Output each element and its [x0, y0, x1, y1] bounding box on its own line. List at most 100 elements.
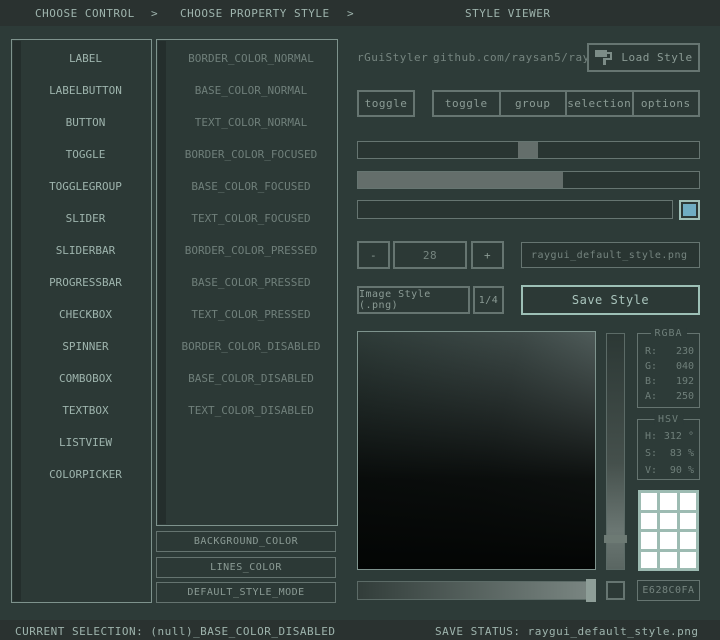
- property-list-item[interactable]: BORDER_COLOR_FOCUSED: [165, 138, 337, 170]
- r-label: R:: [645, 346, 657, 357]
- control-list-item[interactable]: COLORPICKER: [20, 458, 151, 490]
- s-label: S:: [645, 448, 657, 459]
- spinner-plus-button[interactable]: +: [471, 241, 504, 269]
- property-list-item[interactable]: BASE_COLOR_NORMAL: [165, 74, 337, 106]
- g-value: 040: [676, 361, 694, 372]
- b-label: B:: [645, 376, 657, 387]
- app-name-label: rGuiStyler: [357, 51, 428, 64]
- h-value: 312 °: [664, 431, 694, 442]
- hsv-title: HSV: [654, 414, 683, 425]
- control-list-item[interactable]: PROGRESSBAR: [20, 266, 151, 298]
- tab-style-viewer[interactable]: STYLE VIEWER: [465, 7, 550, 20]
- h-label: H:: [645, 431, 657, 442]
- sliderbar-demo[interactable]: [357, 171, 700, 189]
- sliderbar-fill: [358, 172, 563, 188]
- lines-color-button[interactable]: LINES_COLOR: [156, 557, 336, 578]
- spinner-value[interactable]: 28: [393, 241, 467, 269]
- textbox-demo[interactable]: [357, 200, 673, 219]
- color-swatch[interactable]: [680, 532, 696, 549]
- s-value: 83 %: [670, 448, 694, 459]
- spinner-minus-button[interactable]: -: [357, 241, 390, 269]
- toggle-demo-button[interactable]: toggle: [357, 90, 415, 117]
- properties-list: BORDER_COLOR_NORMALBASE_COLOR_NORMALTEXT…: [165, 42, 337, 426]
- control-list-item[interactable]: SPINNER: [20, 330, 151, 362]
- color-swatch[interactable]: [680, 493, 696, 510]
- load-style-label: Load Style: [621, 51, 692, 64]
- tab-choose-control[interactable]: CHOOSE CONTROL: [35, 7, 135, 20]
- property-list-item[interactable]: BORDER_COLOR_NORMAL: [165, 42, 337, 74]
- filename-input[interactable]: raygui_default_style.png: [521, 242, 700, 268]
- image-style-button[interactable]: Image Style (.png): [357, 286, 470, 314]
- control-list-item[interactable]: SLIDERBAR: [20, 234, 151, 266]
- color-mode-box[interactable]: [606, 581, 625, 600]
- alpha-slider-handle[interactable]: [586, 579, 596, 602]
- color-swatch[interactable]: [660, 493, 676, 510]
- control-list-item[interactable]: BUTTON: [20, 106, 151, 138]
- hsv-groupbox: HSV H:312 ° S:83 % V:90 %: [637, 419, 700, 480]
- b-value: 192: [676, 376, 694, 387]
- ratio-button[interactable]: 1/4: [473, 286, 504, 314]
- color-swatch[interactable]: [680, 552, 696, 569]
- control-list-item[interactable]: CHECKBOX: [20, 298, 151, 330]
- color-swatch[interactable]: [680, 513, 696, 530]
- property-list-item[interactable]: BORDER_COLOR_PRESSED: [165, 234, 337, 266]
- toggle-group: togglegroupselectionoptions: [434, 90, 700, 117]
- color-swatch[interactable]: [660, 552, 676, 569]
- control-list-item[interactable]: TEXTBOX: [20, 394, 151, 426]
- color-swatch[interactable]: [641, 513, 657, 530]
- toggle-group-item[interactable]: selection: [565, 90, 634, 117]
- property-list-item[interactable]: BASE_COLOR_FOCUSED: [165, 170, 337, 202]
- color-swatch[interactable]: [641, 552, 657, 569]
- save-status: SAVE STATUS: raygui_default_style.png: [435, 625, 699, 638]
- property-list-item[interactable]: TEXT_COLOR_DISABLED: [165, 394, 337, 426]
- checkbox-demo[interactable]: [679, 200, 700, 220]
- checkbox-check: [683, 204, 696, 216]
- a-value: 250: [676, 391, 694, 402]
- property-list-item[interactable]: TEXT_COLOR_PRESSED: [165, 298, 337, 330]
- property-list-item[interactable]: BASE_COLOR_PRESSED: [165, 266, 337, 298]
- load-style-button[interactable]: Load Style: [587, 43, 700, 72]
- hue-slider-handle[interactable]: [604, 535, 627, 543]
- toggle-group-item[interactable]: toggle: [432, 90, 501, 117]
- property-list-item[interactable]: BASE_COLOR_DISABLED: [165, 362, 337, 394]
- control-list-item[interactable]: TOGGLEGROUP: [20, 170, 151, 202]
- control-list-item[interactable]: COMBOBOX: [20, 362, 151, 394]
- property-list-item[interactable]: TEXT_COLOR_FOCUSED: [165, 202, 337, 234]
- slider-demo[interactable]: [357, 141, 700, 159]
- rgba-title: RGBA: [650, 328, 686, 339]
- paint-roller-icon: [594, 49, 614, 66]
- rgba-groupbox: RGBA R:230 G:040 B:192 A:250: [637, 333, 700, 408]
- slider-handle[interactable]: [518, 142, 538, 158]
- default-style-mode-button[interactable]: DEFAULT_STYLE_MODE: [156, 582, 336, 603]
- control-list-item[interactable]: LISTVIEW: [20, 426, 151, 458]
- controls-list-panel: LABELLABELBUTTONBUTTONTOGGLETOGGLEGROUPS…: [11, 39, 152, 603]
- hex-value-input[interactable]: E628C0FA: [637, 580, 700, 601]
- color-swatch[interactable]: [641, 493, 657, 510]
- current-selection-status: CURRENT SELECTION: (null)_BASE_COLOR_DIS…: [15, 625, 336, 638]
- background-color-button[interactable]: BACKGROUND_COLOR: [156, 531, 336, 552]
- control-list-item[interactable]: LABELBUTTON: [20, 74, 151, 106]
- toggle-group-item[interactable]: options: [632, 90, 701, 117]
- tab-choose-property-style[interactable]: CHOOSE PROPERTY STYLE: [180, 7, 330, 20]
- toggle-group-item[interactable]: group: [499, 90, 568, 117]
- control-list-item[interactable]: LABEL: [20, 42, 151, 74]
- color-swatch[interactable]: [660, 513, 676, 530]
- breadcrumb-separator: >: [151, 7, 158, 20]
- color-picker-panel[interactable]: [357, 331, 596, 570]
- v-value: 90 %: [670, 465, 694, 476]
- property-list-item[interactable]: BORDER_COLOR_DISABLED: [165, 330, 337, 362]
- properties-list-panel: BORDER_COLOR_NORMALBASE_COLOR_NORMALTEXT…: [156, 39, 338, 526]
- rguistyler-window: CHOOSE CONTROL > CHOOSE PROPERTY STYLE >…: [0, 0, 720, 640]
- save-style-button[interactable]: Save Style: [521, 285, 700, 315]
- top-toolbar: CHOOSE CONTROL > CHOOSE PROPERTY STYLE >…: [0, 0, 720, 26]
- alpha-slider[interactable]: [357, 581, 595, 600]
- color-swatch[interactable]: [660, 532, 676, 549]
- control-list-item[interactable]: SLIDER: [20, 202, 151, 234]
- repo-link-label: github.com/raysan5/raygui: [433, 51, 611, 64]
- hue-slider[interactable]: [606, 333, 625, 570]
- a-label: A:: [645, 391, 657, 402]
- v-label: V:: [645, 465, 657, 476]
- control-list-item[interactable]: TOGGLE: [20, 138, 151, 170]
- color-swatch[interactable]: [641, 532, 657, 549]
- property-list-item[interactable]: TEXT_COLOR_NORMAL: [165, 106, 337, 138]
